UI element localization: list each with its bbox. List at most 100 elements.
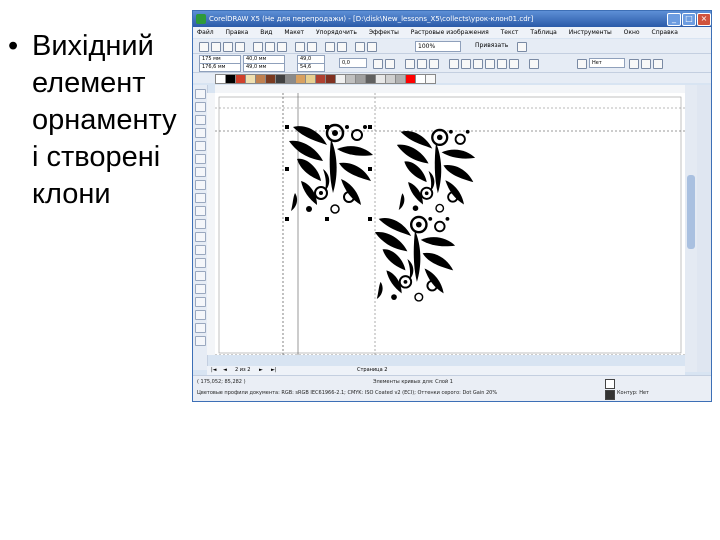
ornament-clone-1[interactable] — [395, 123, 477, 217]
create-boundary-icon[interactable] — [529, 59, 539, 69]
tab-page-2[interactable]: Страница 2 — [357, 366, 387, 375]
front-minus-back-icon[interactable] — [497, 59, 507, 69]
shape-tool-icon[interactable] — [195, 102, 206, 112]
menu-table[interactable]: Таблица — [530, 27, 557, 38]
cut-icon[interactable] — [253, 42, 263, 52]
scroll-thumb[interactable] — [687, 175, 695, 249]
weld-icon[interactable] — [449, 59, 459, 69]
freehand-tool-icon[interactable] — [195, 141, 206, 151]
fill-swatch — [605, 379, 615, 389]
new-icon[interactable] — [199, 42, 209, 52]
trim-icon[interactable] — [461, 59, 471, 69]
menu-help[interactable]: Справка — [652, 27, 678, 38]
bullet-line-4: і створені — [32, 141, 161, 173]
welcome-icon[interactable] — [367, 42, 377, 52]
outline-width-field[interactable]: Нет — [589, 58, 625, 68]
rectangle-tool-icon[interactable] — [195, 167, 206, 177]
table-tool-icon[interactable] — [195, 232, 206, 242]
undo-icon[interactable] — [295, 42, 305, 52]
menu-bar: Файл Правка Вид Макет Упорядочить Эффект… — [193, 27, 711, 38]
maximize-button[interactable]: □ — [682, 13, 696, 26]
interactive-fill-icon[interactable] — [195, 323, 206, 333]
export-icon[interactable] — [337, 42, 347, 52]
slide-bullet-list: • Вихідний елемент орнаменту і створені … — [8, 28, 188, 213]
eyedropper-tool-icon[interactable] — [195, 284, 206, 294]
rotation-angle-field[interactable]: 0,0 — [339, 58, 367, 68]
bullet-text: Вихідний елемент орнаменту і створені кл… — [32, 28, 188, 213]
app-launcher-icon[interactable] — [355, 42, 365, 52]
convert-to-curves-icon[interactable] — [653, 59, 663, 69]
bullet-line-3: орнаменту — [32, 104, 177, 136]
mesh-fill-icon[interactable] — [195, 336, 206, 346]
cursor-coordinates: ( 175,052; 85,282 ) — [197, 379, 246, 385]
blend-tool-icon[interactable] — [195, 271, 206, 281]
polygon-tool-icon[interactable] — [195, 193, 206, 203]
text-tool-icon[interactable] — [195, 219, 206, 229]
ungroup-icon[interactable] — [429, 59, 439, 69]
menu-text[interactable]: Текст — [501, 27, 519, 38]
snap-to-button[interactable]: Привязать — [475, 41, 508, 51]
menu-layout[interactable]: Макет — [284, 27, 304, 38]
options-icon[interactable] — [517, 42, 527, 52]
copy-icon[interactable] — [265, 42, 275, 52]
position-y-field[interactable]: 176,6 мм — [199, 63, 241, 72]
close-button[interactable]: × — [697, 13, 711, 26]
ornament-clone-2[interactable] — [373, 211, 457, 305]
intersect-icon[interactable] — [473, 59, 483, 69]
to-back-icon[interactable] — [641, 59, 651, 69]
menu-tools[interactable]: Инструменты — [569, 27, 612, 38]
bullet-marker: • — [8, 30, 19, 62]
handle-bottom-right — [368, 217, 372, 221]
menu-arrange[interactable]: Упорядочить — [316, 27, 357, 38]
paste-icon[interactable] — [277, 42, 287, 52]
title-bar: CorelDRAW X5 (Не для перепродажи) - [D:\… — [193, 11, 711, 27]
group-icon[interactable] — [417, 59, 427, 69]
align-icon[interactable] — [405, 59, 415, 69]
menu-effects[interactable]: Эффекты — [369, 27, 399, 38]
prev-page-icon[interactable]: ◄ — [223, 366, 227, 375]
basic-shapes-icon[interactable] — [195, 206, 206, 216]
save-icon[interactable] — [223, 42, 233, 52]
menu-edit[interactable]: Правка — [226, 27, 249, 38]
to-front-icon[interactable] — [629, 59, 639, 69]
property-bar: 175 мм 176,6 мм 40,0 мм 49,0 мм 49,0 54,… — [193, 54, 711, 73]
menu-view[interactable]: Вид — [260, 27, 272, 38]
mirror-vertical-icon[interactable] — [385, 59, 395, 69]
outline-swatch — [605, 390, 615, 400]
dimension-tool-icon[interactable] — [195, 245, 206, 255]
connector-tool-icon[interactable] — [195, 258, 206, 268]
toolbox — [193, 85, 208, 370]
ornament-original[interactable] — [287, 119, 375, 217]
menu-file[interactable]: Файл — [197, 27, 214, 38]
crop-tool-icon[interactable] — [195, 115, 206, 125]
back-minus-front-icon[interactable] — [509, 59, 519, 69]
coreldraw-window: CorelDRAW X5 (Не для перепродажи) - [D:\… — [192, 10, 712, 402]
height-field[interactable]: 49,0 мм — [243, 63, 285, 72]
ellipse-tool-icon[interactable] — [195, 180, 206, 190]
smart-fill-icon[interactable] — [195, 154, 206, 164]
outline-pen-icon[interactable] — [577, 59, 587, 69]
palette-swatch[interactable] — [425, 74, 436, 84]
zoom-level-field[interactable]: 100% — [415, 41, 461, 52]
minimize-button[interactable]: _ — [667, 13, 681, 26]
handle-bottom — [325, 217, 329, 221]
object-info: Элементы кривых для: Слой 1 — [373, 379, 453, 385]
standard-toolbar: 100% Привязать — [193, 39, 711, 54]
print-icon[interactable] — [235, 42, 245, 52]
mirror-horizontal-icon[interactable] — [373, 59, 383, 69]
redo-icon[interactable] — [307, 42, 317, 52]
open-icon[interactable] — [211, 42, 221, 52]
zoom-tool-icon[interactable] — [195, 128, 206, 138]
outline-tool-icon[interactable] — [195, 297, 206, 307]
scale-y-field[interactable]: 54,6 — [297, 63, 325, 72]
pick-tool-icon[interactable] — [195, 89, 206, 99]
next-page-icon[interactable]: ► — [259, 366, 263, 375]
menu-window[interactable]: Окно — [624, 27, 640, 38]
fill-tool-icon[interactable] — [195, 310, 206, 320]
simplify-icon[interactable] — [485, 59, 495, 69]
last-page-icon[interactable]: ►| — [271, 366, 277, 375]
vertical-scrollbar[interactable] — [685, 85, 697, 372]
import-icon[interactable] — [325, 42, 335, 52]
first-page-icon[interactable]: |◄ — [211, 366, 217, 375]
menu-bitmaps[interactable]: Растровые изображения — [411, 27, 489, 38]
